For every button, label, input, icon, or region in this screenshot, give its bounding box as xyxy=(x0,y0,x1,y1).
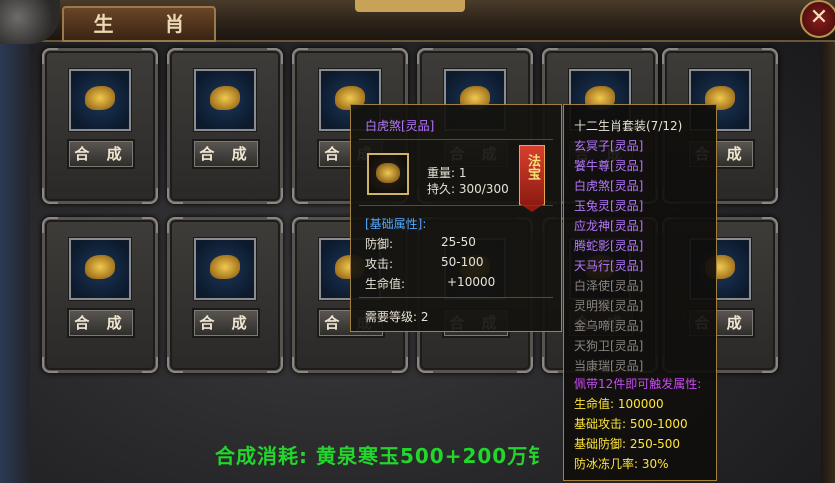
stat-label: 攻击: xyxy=(365,257,394,271)
craft-cost-text: 合成消耗: 黄泉寒玉500+200万钅 xyxy=(215,444,550,468)
divider xyxy=(359,139,553,140)
set-piece: 白泽使[灵品] xyxy=(574,279,644,293)
item-durability: 持久: 300/300 xyxy=(427,182,509,196)
zodiac-slot[interactable]: 合 成 xyxy=(167,48,283,204)
figure-shape xyxy=(210,255,240,279)
figure-shape xyxy=(85,255,115,279)
slot-corner-ornament xyxy=(142,357,158,373)
slot-corner-ornament xyxy=(762,217,778,233)
slot-corner-ornament xyxy=(292,188,308,204)
magic-treasure-badge: 法宝 xyxy=(519,145,545,212)
set-bonus: 基础攻击: 500-1000 xyxy=(574,417,688,431)
slot-corner-ornament xyxy=(392,48,408,64)
golden-horse-icon[interactable] xyxy=(69,238,131,300)
craft-button[interactable]: 合 成 xyxy=(192,139,260,169)
white-tiger-icon xyxy=(367,153,409,195)
slot-corner-ornament xyxy=(642,48,658,64)
golden-ox-icon[interactable] xyxy=(194,69,256,131)
craft-button[interactable]: 合 成 xyxy=(192,308,260,338)
stat-value: +10000 xyxy=(447,275,496,289)
craft-button[interactable]: 合 成 xyxy=(67,139,135,169)
slot-corner-ornament xyxy=(417,357,433,373)
set-bonus: 防冰冻几率: 30% xyxy=(574,457,669,471)
set-piece: 玄冥子[灵品] xyxy=(574,139,644,153)
item-name: 白虎煞[灵品] xyxy=(365,119,435,133)
slot-corner-ornament xyxy=(292,357,308,373)
slot-corner-ornament xyxy=(167,48,183,64)
slot-corner-ornament xyxy=(142,188,158,204)
slot-corner-ornament xyxy=(762,357,778,373)
level-requirement: 需要等级: 2 xyxy=(365,310,429,324)
set-piece: 饕牛尊[灵品] xyxy=(574,159,644,173)
slot-corner-ornament xyxy=(662,48,678,64)
set-piece: 腾蛇影[灵品] xyxy=(574,239,644,253)
slot-corner-ornament xyxy=(417,48,433,64)
slot-corner-ornament xyxy=(267,357,283,373)
divider xyxy=(359,205,553,206)
golden-goat-icon[interactable] xyxy=(194,238,256,300)
stat-value: 50-100 xyxy=(441,255,484,269)
set-piece: 应龙神[灵品] xyxy=(574,219,644,233)
set-piece: 天狗卫[灵品] xyxy=(574,339,644,353)
figure-shape xyxy=(85,86,115,110)
slot-corner-ornament xyxy=(292,48,308,64)
base-attributes-header: [基础属性]: xyxy=(365,217,427,231)
top-emblem xyxy=(355,0,465,12)
set-piece: 白虎煞[灵品] xyxy=(574,179,644,193)
set-trigger-text: 佩带12件即可触发属性: xyxy=(574,377,702,391)
zodiac-slot[interactable]: 合 成 xyxy=(42,48,158,204)
set-bonus: 基础防御: 250-500 xyxy=(574,437,680,451)
slot-corner-ornament xyxy=(42,217,58,233)
right-frame xyxy=(821,40,835,483)
slot-corner-ornament xyxy=(142,48,158,64)
zodiac-window: 生 肖 ✕ 合 成合 成合 成合 成合 成合 成合 成合 成合 成合 成合 成合… xyxy=(0,0,835,483)
slot-corner-ornament xyxy=(267,188,283,204)
slot-corner-ornament xyxy=(42,357,58,373)
slot-corner-ornament xyxy=(167,357,183,373)
window-title: 生 肖 xyxy=(62,6,216,42)
slot-corner-ornament xyxy=(762,48,778,64)
slot-corner-ornament xyxy=(142,217,158,233)
zodiac-slot[interactable]: 合 成 xyxy=(42,217,158,373)
slot-corner-ornament xyxy=(267,217,283,233)
set-piece: 玉兔灵[灵品] xyxy=(574,199,644,213)
stat-value: 25-50 xyxy=(441,235,476,249)
slot-corner-ornament xyxy=(542,48,558,64)
slot-corner-ornament xyxy=(542,357,558,373)
slot-corner-ornament xyxy=(267,48,283,64)
craft-button[interactable]: 合 成 xyxy=(67,308,135,338)
set-tooltip: 十二生肖套装(7/12) 玄冥子[灵品] 饕牛尊[灵品] 白虎煞[灵品] 玉兔灵[灵品… xyxy=(563,104,717,481)
slot-corner-ornament xyxy=(517,48,533,64)
figure-shape xyxy=(210,86,240,110)
stat-label: 防御: xyxy=(365,237,394,251)
slot-corner-ornament xyxy=(292,217,308,233)
set-piece: 金乌啼[灵品] xyxy=(574,319,644,333)
set-bonus: 生命值: 100000 xyxy=(574,397,664,411)
slot-corner-ornament xyxy=(762,188,778,204)
slot-corner-ornament xyxy=(42,48,58,64)
set-piece: 当康瑞[灵品] xyxy=(574,359,644,373)
divider xyxy=(359,297,553,298)
set-piece: 天马行[灵品] xyxy=(574,259,644,273)
item-weight: 重量: 1 xyxy=(427,166,467,180)
zodiac-slot[interactable]: 合 成 xyxy=(167,217,283,373)
item-tooltip: 白虎煞[灵品] 重量: 1 持久: 300/300 法宝 [基础属性]: 防御:… xyxy=(350,104,562,332)
stat-label: 生命值: xyxy=(365,277,406,291)
slot-corner-ornament xyxy=(167,188,183,204)
set-title: 十二生肖套装(7/12) xyxy=(574,119,683,133)
slot-corner-ornament xyxy=(517,357,533,373)
slot-corner-ornament xyxy=(42,188,58,204)
slot-corner-ornament xyxy=(392,357,408,373)
left-frame xyxy=(0,40,30,483)
set-piece: 灵明猴[灵品] xyxy=(574,299,644,313)
slot-corner-ornament xyxy=(167,217,183,233)
golden-rat-icon[interactable] xyxy=(69,69,131,131)
close-button[interactable]: ✕ xyxy=(800,0,835,38)
